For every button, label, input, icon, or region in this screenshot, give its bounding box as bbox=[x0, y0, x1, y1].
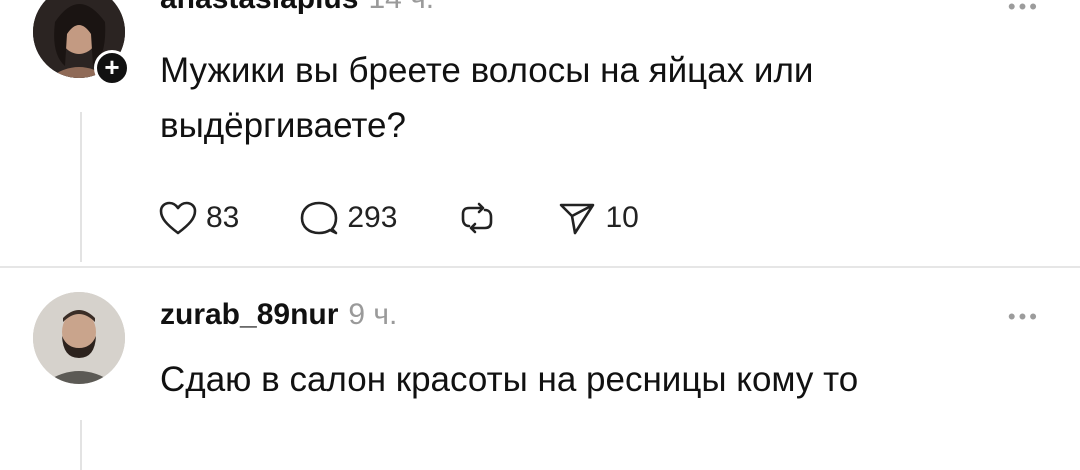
username[interactable]: anastasiaplus bbox=[160, 0, 358, 15]
post-text: Мужики вы бреете волосы на яйцах или выд… bbox=[160, 51, 814, 145]
repost-button[interactable] bbox=[457, 200, 497, 236]
thread-line bbox=[80, 420, 82, 470]
follow-plus-button[interactable]: + bbox=[94, 50, 130, 86]
likes-count: 83 bbox=[206, 201, 240, 234]
post-anastasiaplus: + anastasiaplus 14 ч. ••• Мужики вы бреет… bbox=[0, 0, 1080, 266]
thread-line bbox=[80, 112, 82, 262]
more-dots-icon[interactable]: ••• bbox=[1008, 0, 1040, 20]
post-header: anastasiaplus 14 ч. bbox=[160, 0, 434, 16]
comment-bubble-icon bbox=[299, 200, 339, 236]
post-text: Сдаю в салон красоты на ресницы кому то bbox=[160, 360, 859, 399]
shares-count: 10 bbox=[605, 201, 639, 234]
send-icon bbox=[557, 200, 597, 236]
avatar-photo bbox=[33, 292, 125, 384]
comments-count: 293 bbox=[347, 201, 398, 234]
share-button[interactable]: 10 bbox=[557, 200, 639, 236]
username[interactable]: zurab_89nur bbox=[160, 298, 338, 331]
post-zurab: zurab_89nur 9 ч. ••• Сдаю в салон красоты… bbox=[0, 268, 1080, 470]
timestamp: 14 ч. bbox=[368, 0, 434, 15]
more-dots-icon[interactable]: ••• bbox=[1008, 304, 1040, 330]
timestamp: 9 ч. bbox=[348, 298, 398, 331]
like-button[interactable]: 83 bbox=[158, 200, 239, 236]
avatar-zurab[interactable] bbox=[33, 292, 125, 384]
action-bar: 83 293 10 bbox=[158, 196, 699, 240]
post-header: zurab_89nur 9 ч. bbox=[160, 298, 397, 332]
heart-icon bbox=[158, 200, 198, 236]
repost-icon bbox=[457, 200, 497, 236]
comment-button[interactable]: 293 bbox=[299, 200, 397, 236]
